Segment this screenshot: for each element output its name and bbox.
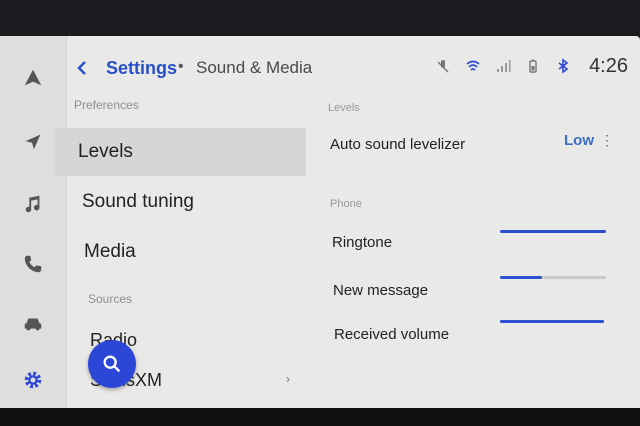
- menu-item-sound-tuning[interactable]: Sound tuning: [54, 178, 306, 226]
- auto-levelizer-label: Auto sound levelizer: [330, 136, 466, 153]
- wifi-icon: [466, 60, 480, 71]
- slider-fill: [500, 320, 604, 323]
- menu-item-label: Sound tuning: [82, 191, 194, 212]
- breadcrumb-separator: •: [178, 58, 184, 75]
- rail-item-nav[interactable]: [0, 54, 66, 102]
- new-message-slider[interactable]: [500, 276, 606, 279]
- page-title: Sound & Media: [196, 58, 313, 77]
- display-screen: Settings • Sound & Media 4:26 Preference…: [0, 36, 640, 408]
- location-arrow-icon: [25, 134, 41, 150]
- bluetooth-icon: [558, 58, 569, 74]
- phone-icon: [24, 255, 42, 273]
- menu-item-label: Levels: [78, 141, 133, 162]
- search-button[interactable]: [88, 340, 136, 388]
- chevron-right-icon: ›: [286, 372, 290, 386]
- search-icon: [103, 355, 121, 373]
- auto-levelizer-value[interactable]: Low: [564, 132, 594, 149]
- section-label-phone: Phone: [330, 198, 362, 210]
- more-options-icon[interactable]: ⋮: [600, 132, 614, 149]
- music-note-icon: [25, 195, 40, 213]
- slider-fill: [500, 230, 606, 233]
- received-volume-slider[interactable]: [500, 320, 604, 323]
- menu-item-media[interactable]: Media: [54, 228, 306, 276]
- back-chevron-icon[interactable]: [74, 58, 90, 78]
- section-label-preferences: Preferences: [74, 98, 139, 112]
- navigation-triangle-icon: [24, 69, 42, 86]
- clock: 4:26: [589, 54, 628, 77]
- section-label-levels: Levels: [328, 102, 360, 114]
- car-icon: [24, 318, 42, 331]
- menu-item-levels[interactable]: Levels: [54, 128, 306, 176]
- section-label-sources: Sources: [88, 292, 133, 306]
- gear-icon: [24, 371, 42, 389]
- slider-label: New message: [333, 282, 429, 299]
- header-bar: Settings • Sound & Media 4:26: [66, 46, 640, 86]
- menu-item-label: Media: [84, 241, 136, 262]
- battery-icon: [529, 59, 537, 73]
- slider-label: Ringtone: [332, 234, 393, 251]
- slider-fill: [500, 276, 543, 279]
- ringtone-slider[interactable]: [500, 230, 606, 233]
- breadcrumb-settings[interactable]: Settings: [106, 58, 177, 79]
- rail-item-settings[interactable]: [0, 356, 66, 404]
- status-bar: 4:26: [435, 52, 628, 80]
- rail-item-vehicle[interactable]: [0, 300, 66, 348]
- mic-muted-icon: [437, 60, 449, 73]
- signal-icon: [497, 60, 511, 72]
- slider-label: Received volume: [334, 326, 450, 343]
